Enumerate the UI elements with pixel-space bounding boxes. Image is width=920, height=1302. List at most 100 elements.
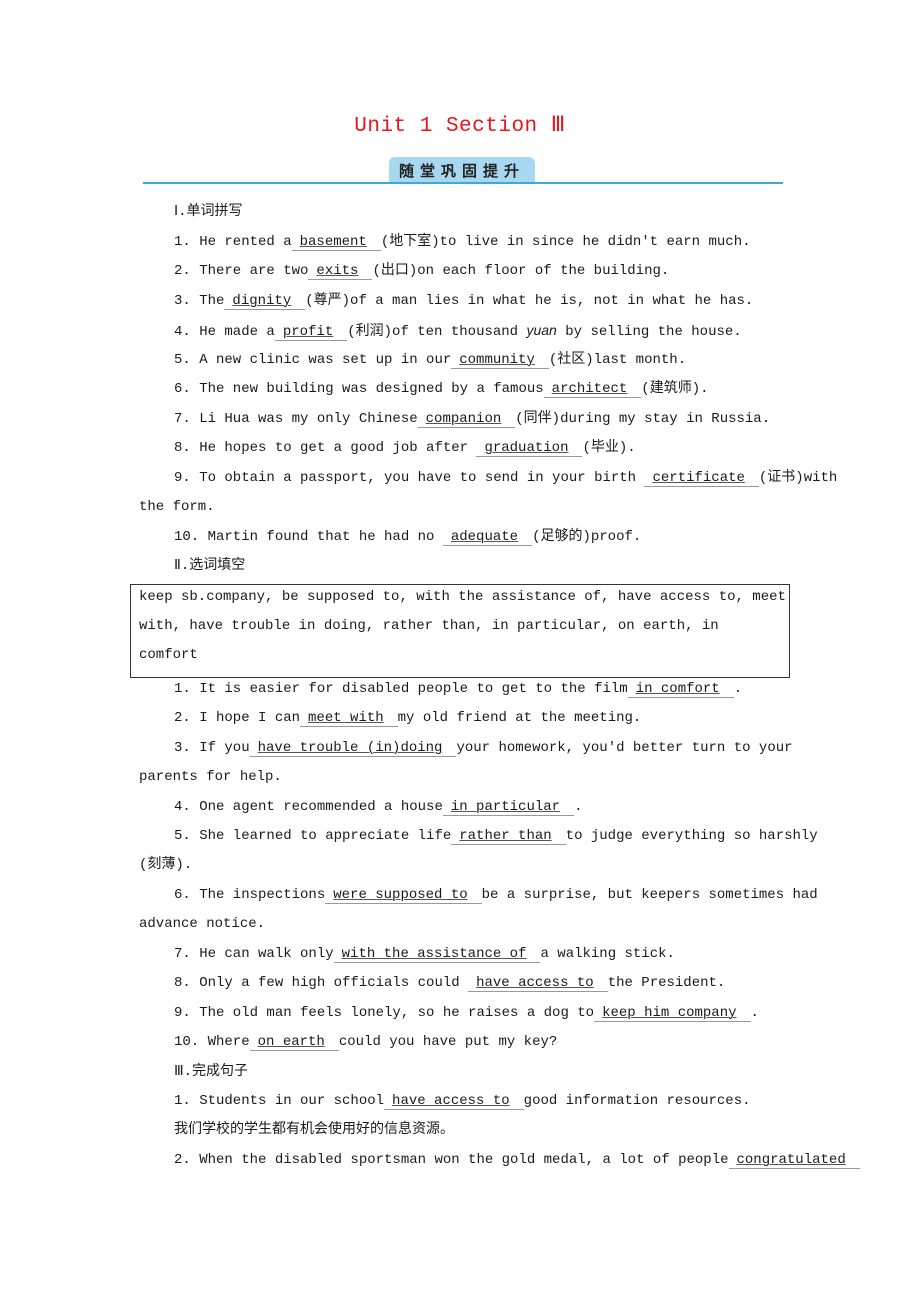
item-prompt: 1. He rented a bbox=[174, 234, 292, 250]
item-suffix-2: by selling the house. bbox=[556, 324, 742, 340]
answer-blank: companion bbox=[417, 411, 516, 428]
exercise-item: 2. There are two exits (出口)on each floor o… bbox=[174, 261, 669, 281]
exercise-item: 1. Students in our school have access to g… bbox=[174, 1091, 751, 1111]
section-heading: Ⅰ.单词拼写 bbox=[174, 204, 243, 220]
banner-label: 随堂巩固提升 bbox=[389, 157, 535, 183]
item-prompt: 7. Li Hua was my only Chinese bbox=[174, 411, 418, 427]
item-prompt: 8. He hopes to get a good job after bbox=[174, 440, 477, 456]
word-bank-line: keep sb.company, be supposed to, with th… bbox=[139, 589, 786, 605]
answer-blank: profit bbox=[274, 324, 348, 341]
item-prompt: 10. Martin found that he had no bbox=[174, 529, 443, 545]
item-prompt: 10. Where bbox=[174, 1034, 250, 1050]
item-prompt: 4. He made a bbox=[174, 324, 275, 340]
answer-blank: have trouble (in)doing bbox=[249, 740, 457, 757]
exercise-item: 6. The inspections were supposed to be a s… bbox=[174, 885, 818, 905]
exercise-item: 3. If you have trouble (in)doing your home… bbox=[174, 738, 793, 758]
exercise-item: 10. Martin found that he had no adequate… bbox=[174, 527, 641, 547]
answer-blank: rather than bbox=[451, 828, 566, 845]
item-suffix: (地下室)to live in since he didn't earn muc… bbox=[380, 234, 751, 250]
answer-blank: in comfort bbox=[627, 681, 734, 698]
item-prompt: 7. He can walk only bbox=[174, 946, 334, 962]
item-suffix: (社区)last month. bbox=[548, 352, 687, 368]
exercise-item: 8. Only a few high officials could have … bbox=[174, 973, 725, 993]
answer-blank: certificate bbox=[644, 470, 759, 487]
item-suffix: (同伴)during my stay in Russia. bbox=[515, 411, 771, 427]
answer-blank: adequate bbox=[442, 529, 533, 546]
exercise-item: 8. He hopes to get a good job after grad… bbox=[174, 438, 636, 458]
item-suffix: your homework, you'd better turn to your bbox=[456, 740, 793, 756]
item-prompt: 3. The bbox=[174, 293, 225, 309]
exercise-item: 6. The new building was designed by a fa… bbox=[174, 379, 709, 399]
section-heading: Ⅱ.选词填空 bbox=[174, 558, 246, 574]
item-prompt: 9. The old man feels lonely, so he raise… bbox=[174, 1005, 595, 1021]
item-prompt: 6. The new building was designed by a fa… bbox=[174, 381, 544, 397]
banner-rule bbox=[143, 182, 783, 184]
item-suffix: the President. bbox=[607, 975, 726, 991]
answer-blank: have access to bbox=[384, 1093, 524, 1110]
word-bank-line: with, have trouble in doing, rather than… bbox=[139, 618, 719, 634]
answer-blank: basement bbox=[291, 234, 381, 251]
item-suffix: . bbox=[750, 1005, 759, 1021]
item-suffix: (出口)on each floor of the building. bbox=[372, 263, 670, 279]
item-suffix: (证书)with bbox=[758, 470, 838, 486]
answer-blank: were supposed to bbox=[325, 887, 482, 904]
item-prompt: 2. I hope I can bbox=[174, 710, 301, 726]
exercise-item: 2. When the disabled sportsman won the g… bbox=[174, 1150, 860, 1170]
answer-blank: congratulated bbox=[728, 1152, 860, 1169]
item-prompt: 1. Students in our school bbox=[174, 1093, 385, 1109]
answer-blank: architect bbox=[543, 381, 642, 398]
item-prompt: 2. When the disabled sportsman won the g… bbox=[174, 1152, 729, 1168]
section-heading: Ⅲ.完成句子 bbox=[174, 1064, 249, 1080]
item-continuation: the form. bbox=[139, 499, 215, 515]
answer-blank: graduation bbox=[476, 440, 583, 457]
word-bank-line: comfort bbox=[139, 647, 198, 663]
item-continuation: (刻薄). bbox=[139, 857, 193, 873]
item-continuation: advance notice. bbox=[139, 916, 266, 932]
item-prompt: 5. A new clinic was set up in our bbox=[174, 352, 452, 368]
exercise-item: 3. The dignity (尊严)of a man lies in what h… bbox=[174, 291, 753, 311]
answer-blank: with the assistance of bbox=[333, 946, 541, 963]
item-suffix: good information resources. bbox=[523, 1093, 751, 1109]
exercise-item: 9. To obtain a passport, you have to sen… bbox=[174, 468, 837, 488]
exercise-item: 5. A new clinic was set up in our communi… bbox=[174, 350, 686, 370]
exercise-item: 5. She learned to appreciate life rather … bbox=[174, 826, 818, 846]
item-suffix: (建筑师). bbox=[641, 381, 709, 397]
answer-blank: dignity bbox=[224, 293, 306, 310]
item-suffix: (毕业). bbox=[582, 440, 636, 456]
item-suffix: (利润)of ten thousand bbox=[347, 324, 527, 340]
answer-blank: on earth bbox=[249, 1034, 339, 1051]
exercise-item: 2. I hope I can meet with my old friend at… bbox=[174, 708, 641, 728]
item-prompt: 1. It is easier for disabled people to g… bbox=[174, 681, 628, 697]
item-suffix: . bbox=[574, 799, 583, 815]
document-page: Unit 1 Section Ⅲ 随堂巩固提升 Ⅰ.单词拼写 1. He rent… bbox=[0, 0, 920, 1302]
exercise-item: 7. He can walk only with the assistance o… bbox=[174, 944, 675, 964]
item-prompt: 8. Only a few high officials could bbox=[174, 975, 469, 991]
answer-blank: have access to bbox=[468, 975, 608, 992]
exercise-item: 10. Where on earth could you have put my k… bbox=[174, 1032, 557, 1052]
item-prompt: 6. The inspections bbox=[174, 887, 326, 903]
item-continuation: parents for help. bbox=[139, 769, 282, 785]
item-suffix: a walking stick. bbox=[540, 946, 675, 962]
item-suffix: my old friend at the meeting. bbox=[397, 710, 642, 726]
item-prompt: 3. If you bbox=[174, 740, 250, 756]
exercise-item: 1. He rented a basement (地下室)to live in si… bbox=[174, 232, 751, 252]
answer-blank: community bbox=[451, 352, 549, 369]
item-suffix: (足够的)proof. bbox=[532, 529, 642, 545]
answer-blank: meet with bbox=[300, 710, 398, 727]
item-suffix: to judge everything so harshly bbox=[565, 828, 818, 844]
word-bank-box: keep sb.company, be supposed to, with th… bbox=[130, 584, 790, 678]
item-continuation: 我们学校的学生都有机会使用好的信息资源。 bbox=[174, 1122, 454, 1138]
item-prompt: 9. To obtain a passport, you have to sen… bbox=[174, 470, 645, 486]
exercise-item: 4. He made a profit (利润)of ten thousand yu… bbox=[174, 320, 742, 342]
item-suffix: be a surprise, but keepers sometimes had bbox=[481, 887, 818, 903]
answer-blank: exits bbox=[308, 263, 373, 280]
exercise-item: 1. It is easier for disabled people to g… bbox=[174, 679, 742, 699]
item-suffix: could you have put my key? bbox=[338, 1034, 558, 1050]
exercise-item: 7. Li Hua was my only Chinese companion (同… bbox=[174, 409, 770, 429]
item-suffix: . bbox=[733, 681, 743, 697]
section-banner: 随堂巩固提升 bbox=[143, 157, 783, 185]
exercise-item: 4. One agent recommended a house in parti… bbox=[174, 797, 582, 817]
item-suffix: (尊严)of a man lies in what he is, not in … bbox=[305, 293, 754, 309]
page-title: Unit 1 Section Ⅲ bbox=[354, 115, 566, 138]
item-prompt: 5. She learned to appreciate life bbox=[174, 828, 452, 844]
